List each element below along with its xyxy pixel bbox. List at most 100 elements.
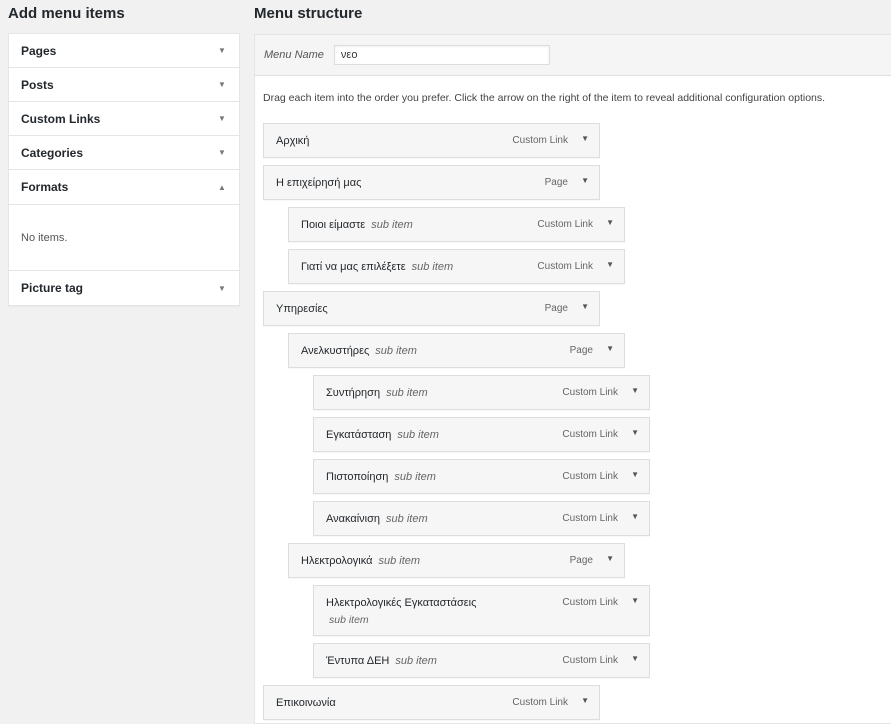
chevron-down-icon[interactable]: ▼ [631, 596, 639, 605]
accordion-picture-tag[interactable]: Picture tag ▼ [9, 271, 239, 305]
menu-item-label: Ποιοι είμαστε [301, 219, 366, 231]
menu-item[interactable]: Ανακαίνιση sub item Custom Link ▼ [313, 501, 650, 536]
menu-item-label: Ηλεκτρολογικές Εγκαταστάσεις [326, 597, 477, 609]
menu-item-title: Ποιοι είμαστε sub item [301, 219, 413, 231]
no-items-text: No items. [21, 231, 68, 244]
menu-item-label: Υπηρεσίες [276, 303, 328, 315]
chevron-down-icon[interactable]: ▼ [606, 344, 614, 353]
menu-name-header: Menu Name [255, 35, 891, 76]
menu-item-type: Custom Link [562, 387, 618, 398]
chevron-down-icon[interactable]: ▼ [631, 386, 639, 395]
menu-item-title: Έντυπα ΔΕΗ sub item [326, 655, 437, 667]
accordion-label: Categories [21, 145, 84, 160]
sub-item-label: sub item [375, 345, 417, 357]
chevron-down-icon: ▼ [218, 283, 226, 293]
accordion-label: Custom Links [21, 111, 101, 126]
menu-item-label: Εγκατάσταση [326, 429, 392, 441]
menu-item-type: Custom Link [562, 429, 618, 440]
menu-item-label: Ανακαίνιση [326, 513, 381, 525]
menu-item-title: Ηλεκτρολογικά sub item [301, 555, 420, 567]
menu-item-type: Page [569, 555, 593, 566]
menu-item-label: Η επιχείρησή μας [276, 177, 362, 189]
chevron-down-icon[interactable]: ▼ [631, 428, 639, 437]
chevron-down-icon[interactable]: ▼ [606, 554, 614, 563]
menu-item-label: Έντυπα ΔΕΗ [326, 655, 390, 667]
chevron-down-icon[interactable]: ▼ [606, 218, 614, 227]
menu-item-type: Custom Link [562, 513, 618, 524]
chevron-down-icon[interactable]: ▼ [581, 696, 589, 705]
menu-item-type: Custom Link [537, 261, 593, 272]
menu-item[interactable]: Γιατί να μας επιλέξετε sub item Custom Lin… [288, 249, 625, 284]
menu-item[interactable]: Εγκατάσταση sub item Custom Link ▼ [313, 417, 650, 452]
menu-item-label: Ηλεκτρολογικά [301, 555, 373, 567]
chevron-down-icon: ▼ [218, 46, 226, 55]
sub-item-label: sub item [395, 655, 437, 667]
accordion-formats[interactable]: Formats ▲ [9, 170, 239, 205]
menu-item-type: Page [569, 345, 593, 356]
menu-item-title: Αρχική [276, 135, 309, 147]
chevron-down-icon[interactable]: ▼ [581, 176, 589, 185]
sub-item-label: sub item [371, 219, 413, 231]
menu-item[interactable]: Ποιοι είμαστε sub item Custom Link ▼ [288, 207, 625, 242]
accordion-label: Pages [21, 43, 57, 58]
menu-item-title: Ανακαίνιση sub item [326, 513, 428, 525]
chevron-down-icon[interactable]: ▼ [581, 302, 589, 311]
chevron-down-icon: ▼ [218, 148, 226, 157]
accordion-label: Picture tag [21, 281, 84, 295]
accordion-label: Posts [21, 77, 54, 92]
menu-item-type: Page [544, 177, 568, 188]
accordion-posts[interactable]: Posts ▼ [9, 68, 239, 102]
sub-item-label: sub item [386, 387, 428, 399]
menu-name-label: Menu Name [264, 49, 324, 61]
menu-item-type: Custom Link [562, 597, 618, 608]
menu-structure-heading: Menu structure [254, 5, 363, 22]
menu-item-title: Ηλεκτρολογικές Εγκαταστάσεις [326, 597, 476, 609]
sub-item-label: sub item [411, 261, 454, 273]
menu-item[interactable]: Πιστοποίηση sub item Custom Link ▼ [313, 459, 650, 494]
menu-item-title: Γιατί να μας επιλέξετε sub item [301, 261, 453, 273]
chevron-up-icon: ▲ [218, 182, 226, 192]
menu-item-type: Custom Link [512, 697, 568, 708]
sub-item-label: sub item [378, 555, 421, 567]
menu-item[interactable]: Έντυπα ΔΕΗ sub item Custom Link ▼ [313, 643, 650, 678]
menu-item-title: Πιστοποίηση sub item [326, 471, 436, 483]
menu-item[interactable]: Αρχική Custom Link ▼ [263, 123, 600, 158]
accordion-pages[interactable]: Pages ▼ [9, 34, 239, 68]
menu-item-label: Πιστοποίηση [326, 471, 389, 483]
chevron-down-icon[interactable]: ▼ [631, 654, 639, 663]
chevron-down-icon: ▼ [218, 80, 226, 89]
chevron-down-icon[interactable]: ▼ [631, 470, 639, 479]
chevron-down-icon[interactable]: ▼ [631, 512, 639, 521]
menu-name-input[interactable] [333, 45, 550, 65]
add-menu-items-heading: Add menu items [8, 5, 125, 22]
add-menu-items-accordion: Pages ▼ Posts ▼ Custom Links ▼ Categorie… [8, 33, 240, 306]
menu-item-title: Η επιχείρησή μας [276, 177, 361, 189]
menu-item-label: Γιατί να μας επιλέξετε [301, 261, 406, 273]
menu-item[interactable]: Επικοινωνία Custom Link ▼ [263, 685, 600, 720]
drag-instructions: Drag each item into the order you prefer… [263, 92, 826, 104]
menu-item-label: Συντήρηση [326, 387, 381, 399]
menu-item-type: Custom Link [562, 471, 618, 482]
menu-item-label: Επικοινωνία [276, 697, 336, 709]
chevron-down-icon[interactable]: ▼ [606, 260, 614, 269]
menu-structure-panel: Menu Name Drag each item into the order … [254, 34, 891, 724]
menu-item[interactable]: Η επιχείρησή μας Page ▼ [263, 165, 600, 200]
menu-item[interactable]: Ηλεκτρολογικά sub item Page ▼ [288, 543, 625, 578]
sub-item-label: sub item [386, 513, 428, 525]
accordion-custom-links[interactable]: Custom Links ▼ [9, 102, 239, 136]
menu-item[interactable]: Συντήρηση sub item Custom Link ▼ [313, 375, 650, 410]
sub-item-label: sub item [329, 614, 369, 626]
menu-item-type: Custom Link [512, 135, 568, 146]
chevron-down-icon: ▼ [218, 114, 226, 123]
menu-item-label: Αρχική [276, 135, 310, 147]
accordion-categories[interactable]: Categories ▼ [9, 136, 239, 170]
menu-item-title: Επικοινωνία [276, 697, 336, 709]
menu-item[interactable]: Ηλεκτρολογικές Εγκαταστάσεις sub item Cust… [313, 585, 650, 636]
menu-item-type: Custom Link [537, 219, 593, 230]
sub-item-label: sub item [397, 429, 439, 441]
menu-item-label: Ανελκυστήρες [301, 345, 370, 357]
menu-item[interactable]: Υπηρεσίες Page ▼ [263, 291, 600, 326]
menu-item[interactable]: Ανελκυστήρες sub item Page ▼ [288, 333, 625, 368]
chevron-down-icon[interactable]: ▼ [581, 134, 589, 143]
menu-item-title: Ανελκυστήρες sub item [301, 345, 417, 357]
